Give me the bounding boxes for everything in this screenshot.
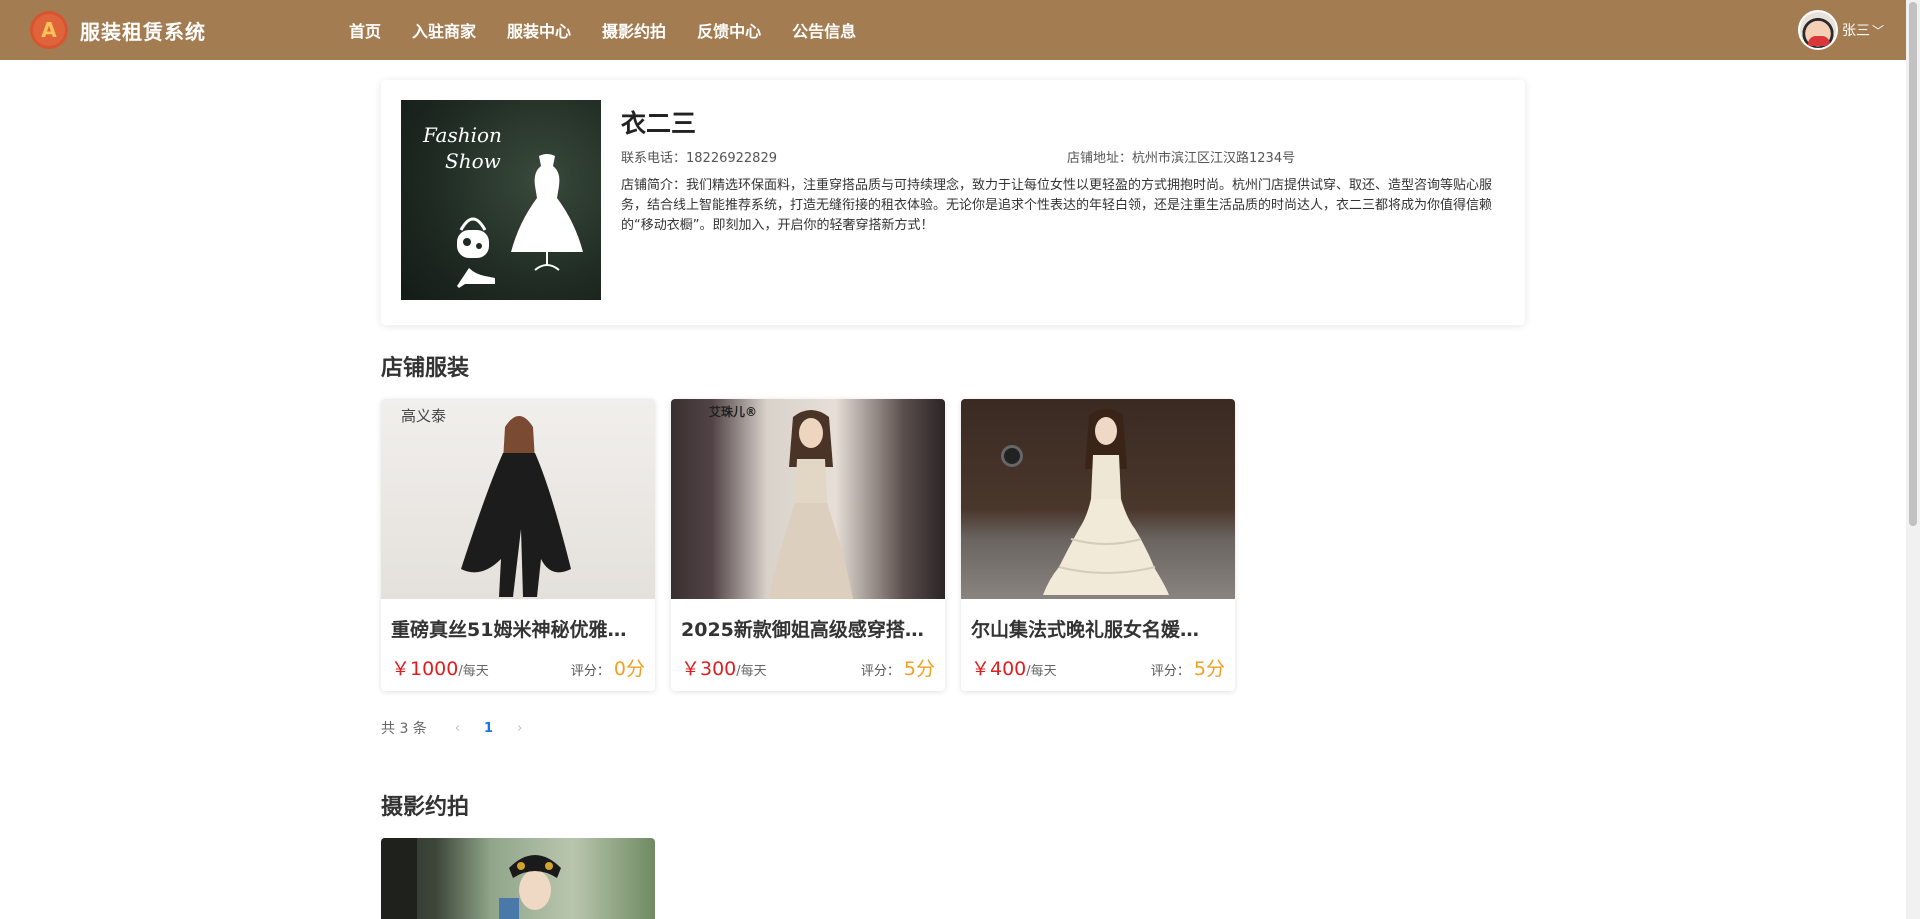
pagination: 共 3 条 ‹ 1 ›: [381, 718, 522, 738]
product-watermark: 高义泰: [401, 407, 447, 425]
product-card[interactable]: 艾珠儿® 2025新款御姐高级感穿搭… ￥300/每天 评分： 5分: [671, 399, 945, 691]
product-rating: 评分： 5分: [1150, 658, 1225, 680]
photo-card[interactable]: [381, 838, 655, 919]
product-card[interactable]: 尔山集法式晚礼服女名媛… ￥400/每天 评分： 5分: [961, 399, 1235, 691]
product-image[interactable]: 艾珠儿®: [671, 399, 945, 599]
section-title-photography: 摄影约拍: [381, 795, 470, 820]
shop-description: 店铺简介：我们精选环保面料，注重穿搭品质与可持续理念，致力于让每位女性以更轻盈的…: [621, 178, 1493, 233]
shop-phone: 联系电话：18226922829: [621, 151, 777, 166]
chevron-down-icon[interactable]: ﹀: [1872, 22, 1884, 39]
model-figure: [461, 416, 571, 597]
logo-icon: A: [30, 11, 68, 49]
shop-info-card: Fashion Show 衣二三 联系电话：18226922829 店铺地址：杭…: [381, 80, 1525, 325]
page-number[interactable]: 1: [484, 721, 493, 736]
scrollbar-thumb[interactable]: [1909, 2, 1917, 526]
pagination-total: 共 3 条: [381, 721, 427, 737]
model-figure: [1043, 409, 1169, 595]
shop-name: 衣二三: [621, 109, 697, 138]
avatar[interactable]: [1797, 10, 1838, 50]
nav-merchants[interactable]: 入驻商家: [412, 18, 476, 42]
shop-address: 店铺地址：杭州市滨江区江汉路1234号: [1067, 151, 1296, 166]
app-title: 服装租赁系统: [80, 19, 206, 44]
next-page-icon[interactable]: ›: [517, 721, 522, 736]
shop-image-text: Fashion Show: [423, 123, 502, 173]
dress-icon: [511, 154, 583, 271]
top-navbar: A 服装租赁系统 首页 入驻商家 服装中心 摄影约拍 反馈中心 公告信息 张三 …: [0, 0, 1920, 60]
photo-image: [381, 838, 561, 919]
page-scrollbar[interactable]: [1906, 0, 1920, 919]
product-price: ￥300/每天: [681, 658, 767, 680]
product-title[interactable]: 重磅真丝51姆米神秘优雅…: [391, 615, 645, 642]
product-card[interactable]: 高义泰 重磅真丝51姆米神秘优雅… ￥1000/每天 评分： 0分: [381, 399, 655, 691]
nav-clothing-center[interactable]: 服装中心: [507, 18, 571, 42]
model-figure: [769, 410, 853, 599]
logo[interactable]: A 服装租赁系统: [30, 11, 206, 49]
product-title[interactable]: 2025新款御姐高级感穿搭…: [681, 615, 935, 642]
product-price: ￥1000/每天: [391, 658, 489, 680]
wall-lamp: [1001, 445, 1023, 467]
product-rating: 评分： 0分: [570, 658, 645, 680]
product-rating: 评分： 5分: [860, 658, 935, 680]
nav-announcements[interactable]: 公告信息: [792, 18, 856, 42]
shop-image: Fashion Show: [401, 100, 601, 300]
nav-feedback[interactable]: 反馈中心: [697, 18, 761, 42]
shoe-icon: [457, 268, 495, 288]
product-image[interactable]: [961, 399, 1235, 599]
product-price: ￥400/每天: [971, 658, 1057, 680]
nav-photography[interactable]: 摄影约拍: [602, 18, 666, 42]
product-title[interactable]: 尔山集法式晚礼服女名媛…: [971, 615, 1225, 642]
section-title-clothing: 店铺服装: [381, 356, 470, 381]
nav-home[interactable]: 首页: [349, 18, 381, 42]
main-nav: 首页 入驻商家 服装中心 摄影约拍 反馈中心 公告信息: [349, 0, 887, 60]
user-name[interactable]: 张三: [1842, 20, 1870, 40]
product-image[interactable]: 高义泰: [381, 399, 655, 599]
prev-page-icon[interactable]: ‹: [455, 721, 460, 736]
user-menu[interactable]: 张三 ﹀: [1797, 10, 1884, 50]
